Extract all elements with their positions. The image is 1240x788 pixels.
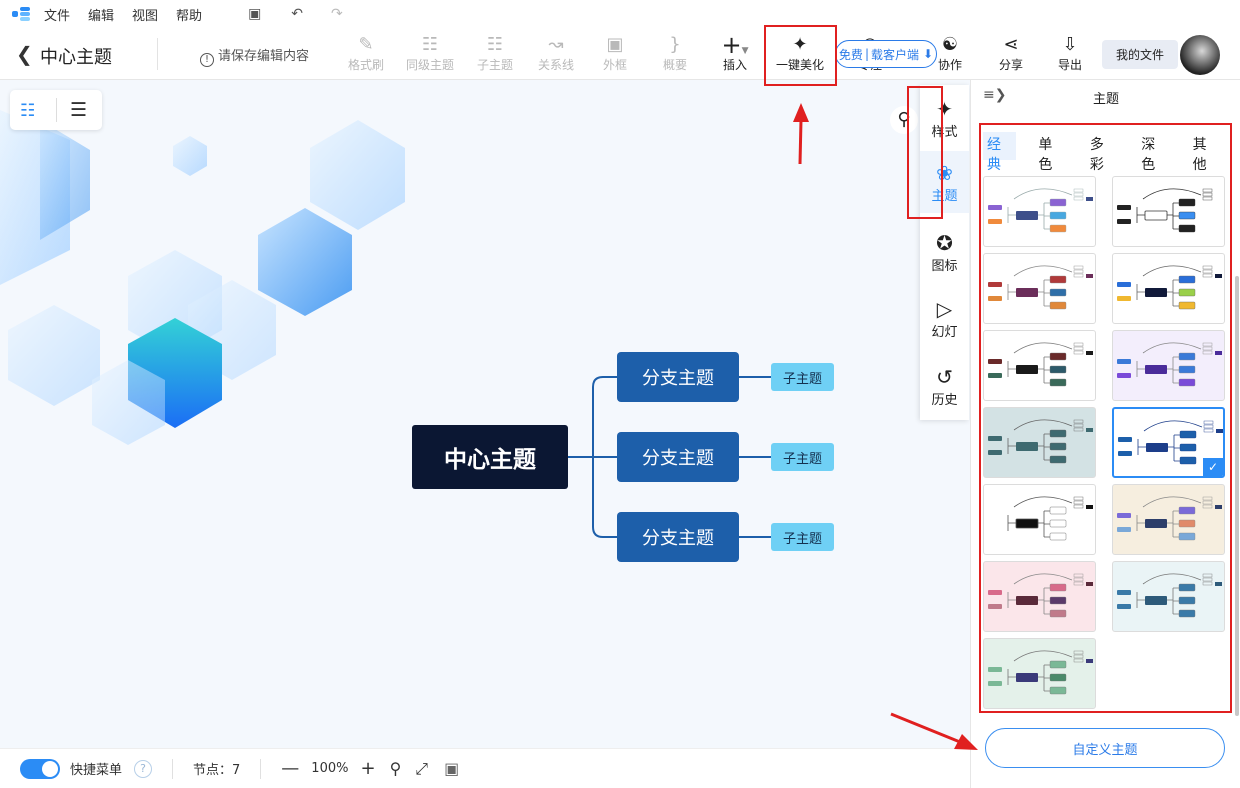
download-arrow-icon: ⬇ [923,47,934,61]
subtopic-node[interactable]: 子主题 [771,363,834,391]
boundary-button[interactable]: ▣ 外框 [600,34,630,73]
relation-line-icon: ↝ [548,34,564,55]
divider [157,38,158,70]
subtopic-label: 子主题 [476,58,513,72]
slides-icon: ▷ [936,297,953,321]
central-topic-node[interactable]: 中心主题 [412,425,568,489]
collaborate-label: 协作 [937,58,962,72]
format-painter-button[interactable]: ✎ 格式刷 [346,34,386,73]
boundary-label: 外框 [602,58,627,72]
quick-menu-toggle[interactable] [20,758,60,779]
highlight-box [764,25,837,86]
subtopic-node[interactable]: 子主题 [771,523,834,551]
menu-help[interactable]: 帮助 [176,5,202,24]
menu-edit[interactable]: 编辑 [88,5,114,24]
subtopic-icon: ☷ [486,34,504,55]
share-button[interactable]: ⋖ 分享 [996,34,1026,73]
insert-button[interactable]: +▼ 插入 [716,31,754,73]
menu-bar: 文件 编辑 视图 帮助 ▣ ↶ ↷ [0,0,1240,28]
quick-menu-label: 快捷菜单 [70,763,123,778]
relation-line-label: 关系线 [537,58,574,72]
save-notice: ! 请保存编辑内容 [200,45,309,67]
sibling-topic-icon: ☷ [421,34,439,55]
summary-button[interactable]: } 概要 [660,34,690,73]
share-label: 分享 [998,58,1023,72]
avatar[interactable] [1180,35,1220,75]
export-button[interactable]: ⇩ 导出 [1055,34,1085,73]
locate-pin-icon[interactable]: ⚲ [390,759,402,778]
redo-icon[interactable]: ↷ [331,6,343,22]
app-logo-icon [12,7,30,21]
branch-topic-node[interactable]: 分支主题 [617,432,739,482]
zoom-out-icon[interactable]: — [281,758,299,779]
star-badge-icon: ✪ [936,231,953,255]
export-label: 导出 [1057,58,1082,72]
connector-lines [568,376,771,538]
subtopic-node[interactable]: 子主题 [771,443,834,471]
tab-slides[interactable]: ▷ 幻灯 [920,289,969,347]
back-chevron-icon[interactable]: ❮ [16,42,33,66]
highlight-box [979,123,1232,713]
summary-label: 概要 [662,58,687,72]
undo-icon[interactable]: ↶ [291,6,303,22]
tab-icons[interactable]: ✪ 图标 [920,223,969,281]
summary-bracket-icon: } [669,34,681,55]
mindmap-canvas[interactable]: ☷ ☰ ⚲ 中心主题 分支主题 分支主题 分支主题 子主题 子主题 子主题 [0,80,970,748]
document-title[interactable]: 中心主题 [40,43,112,69]
fit-screen-icon[interactable]: ⤢ [415,759,428,779]
divider [260,758,262,779]
boundary-icon: ▣ [606,34,624,55]
menu-file[interactable]: 文件 [44,5,70,24]
download-client-pill[interactable]: 免费 | 载客户端 ⬇ [835,40,937,68]
insert-label: 插入 [722,58,747,72]
tab-slides-label: 幻灯 [931,325,958,340]
branch-topic-node[interactable]: 分支主题 [617,512,739,562]
tab-icons-label: 图标 [931,259,958,274]
share-icon: ⋖ [1003,34,1019,55]
panel-scrollbar[interactable] [1235,276,1239,716]
format-painter-label: 格式刷 [347,58,384,72]
highlight-box [907,86,943,219]
zoom-in-icon[interactable]: + [360,758,375,779]
collaborate-button[interactable]: ☯ 协作 [935,34,965,73]
tab-history[interactable]: ↺ 历史 [920,357,969,415]
people-icon: ☯ [941,34,959,55]
minimap-icon[interactable]: ▣ [444,759,459,778]
promo-client-text: 载客户端 [870,47,919,62]
download-icon: ⇩ [1062,34,1078,55]
tab-history-label: 历史 [931,393,958,408]
info-icon: ! [200,53,214,67]
divider [172,758,174,779]
promo-free-text: 免费 [838,47,863,62]
plus-icon: +▼ [721,31,749,59]
toolbar: ❮ 中心主题 ! 请保存编辑内容 ✎ 格式刷 ☷ 同级主题 ☷ 子主题 ↝ 关系线 ▣ 外框… [0,28,1240,80]
node-count: 节点：7 [193,763,241,778]
menu-view[interactable]: 视图 [132,5,158,24]
custom-theme-button[interactable]: 自定义主题 [985,728,1225,768]
branch-topic-node[interactable]: 分支主题 [617,352,739,402]
my-files-button[interactable]: 我的文件 [1102,40,1178,69]
app-window: 文件 编辑 视图 帮助 ▣ ↶ ↷ ❮ 中心主题 ! 请保存编辑内容 ✎ 格式刷 ☷… [0,0,1240,788]
brush-icon: ✎ [358,34,374,55]
relation-line-button[interactable]: ↝ 关系线 [535,34,577,73]
status-bar: 快捷菜单 ? 节点：7 — 100% + ⚲ ⤢ ▣ [0,748,970,788]
save-notice-text: 请保存编辑内容 [218,49,310,64]
history-icon: ↺ [936,365,953,389]
panel-title: 主题 [1092,92,1119,107]
save-icon[interactable]: ▣ [248,6,261,22]
subtopic-button[interactable]: ☷ 子主题 [474,34,516,73]
sibling-topic-button[interactable]: ☷ 同级主题 [404,34,456,73]
sibling-topic-label: 同级主题 [405,58,454,72]
zoom-level: 100% [311,761,349,776]
help-icon[interactable]: ? [134,759,153,778]
